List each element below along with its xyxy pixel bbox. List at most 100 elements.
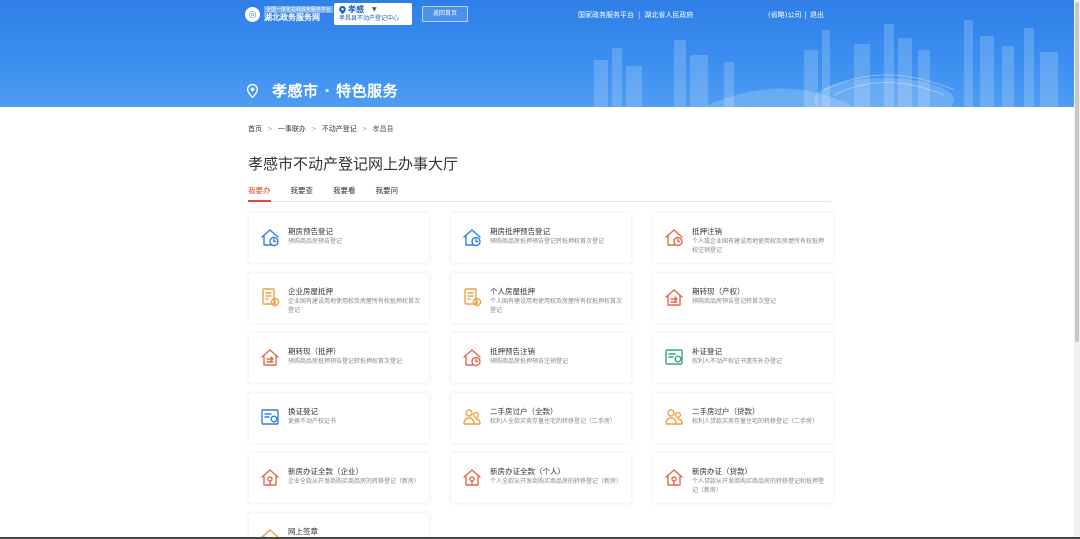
link-separator: |	[804, 11, 807, 19]
service-card[interactable]: 二手房过户（贷款） 权利人贷款买卖存量住宅的转移登记（二手房）	[653, 393, 833, 443]
service-title: 补证登记	[692, 347, 722, 356]
breadcrumb-current: 孝昌县	[372, 125, 394, 133]
service-title: 新房办证全款（个人）	[490, 467, 565, 476]
service-title: 抵押预告注销	[490, 347, 535, 356]
service-card[interactable]: 补证登记权利人不动产权证书遗失补办登记	[653, 333, 833, 383]
service-description: 企业国有建设用地使用权及房屋所有权抵押权首次登记	[288, 298, 421, 314]
city-subtitle: 孝昌县不动产登记中心	[339, 15, 400, 22]
house-key-icon	[665, 469, 683, 486]
service-tabs: 我要办 我要查 我要看 我要问	[248, 185, 831, 202]
house-clock-icon	[665, 229, 683, 247]
location-pin-icon	[339, 5, 346, 14]
service-card[interactable]: 个人房屋抵押个人国有建设用地使用权及房屋所有权抵押权首次登记	[451, 273, 631, 323]
certificate-icon	[665, 349, 683, 365]
service-description: 预购商品房抵押预告登记转抵押权首次登记	[288, 358, 403, 365]
chevron-right-icon: >	[310, 125, 317, 133]
service-description: 个人全款从开发商购买商品房的转移登记（新房）	[490, 478, 623, 485]
service-description: 预购商品房预告登记	[288, 238, 343, 245]
service-title: 网上签章	[288, 527, 318, 536]
city-selector[interactable]: 孝感 ▼ 孝昌县不动产登记中心	[334, 3, 412, 25]
user-name-link[interactable]: (省略)公司	[768, 10, 801, 20]
service-title: 期转现（抵押）	[288, 347, 341, 356]
breadcrumb-home[interactable]: 首页	[248, 124, 262, 134]
house-transfer-icon	[261, 349, 279, 366]
breadcrumb-item[interactable]: 不动产登记	[322, 124, 357, 134]
service-card[interactable]: 新房办证全款（个人） 个人全款从开发商购买商品房的转移登记（新房）	[451, 453, 631, 503]
service-description: 权利人不动产权证书遗失补办登记	[692, 358, 783, 365]
house-key-icon	[463, 469, 481, 486]
tab-query[interactable]: 我要查	[291, 185, 314, 202]
top-nav-links: 国家政务服务平台 | 湖北省人民政府	[578, 10, 693, 20]
service-card[interactable]: 抵押注销个人或企业国有建设用地使用权及房屋所有权抵押权注销登记	[653, 213, 833, 263]
certificate-icon	[261, 409, 279, 425]
service-title: 期房抵押预告登记	[490, 227, 550, 236]
service-card[interactable]: 抵押预告注销预购商品房抵押预告注销登记	[451, 333, 631, 383]
location-pin-icon	[247, 83, 258, 98]
service-description: 预购商品房预告登记转首次登记	[692, 298, 777, 305]
tab-ask[interactable]: 我要问	[376, 185, 399, 202]
service-card[interactable]: 期转现（抵押） 预购商品房抵押预告登记转抵押权首次登记	[249, 333, 429, 383]
tab-view[interactable]: 我要看	[333, 185, 356, 202]
service-card[interactable]: 期房抵押预告登记预购商品房抵押预告登记转抵押权首次登记	[451, 213, 631, 263]
service-card[interactable]: 企业房屋抵押企业国有建设用地使用权及房屋所有权抵押权首次登记	[249, 273, 429, 323]
service-title: 二手房过户（贷款）	[692, 407, 760, 416]
header-banner: ◎ 全国一体化在线政务服务平台 湖北政务服务网 孝感 ▼ 孝昌县不动产登记中心 …	[0, 0, 1074, 107]
document-coin-icon	[262, 288, 280, 307]
user-links: (省略)公司 | 退出	[768, 10, 824, 20]
service-title: 新房办证全款（企业）	[288, 467, 363, 476]
service-title: 期房预告登记	[288, 227, 333, 236]
page-heading: 孝感市 · 特色服务	[247, 80, 398, 101]
back-home-button[interactable]: 返回首页	[422, 6, 468, 22]
service-card[interactable]: 网上签章	[249, 513, 429, 539]
logo-title: 湖北政务服务网	[264, 13, 320, 22]
link-hubei-government[interactable]: 湖北省人民政府	[644, 10, 693, 20]
service-description: 个人或企业国有建设用地使用权及房屋所有权抵押权注销登记	[692, 238, 825, 254]
service-description: 预购商品房抵押预告登记转抵押权首次登记	[490, 238, 605, 245]
service-title: 企业房屋抵押	[288, 287, 333, 296]
chevron-right-icon: >	[361, 125, 368, 133]
service-title: 抵押注销	[692, 227, 722, 236]
tab-handle[interactable]: 我要办	[248, 185, 271, 202]
house-key-icon	[261, 469, 279, 486]
service-description: 权利人全款买卖存量住宅的转移登记（二手房）	[490, 418, 617, 425]
service-description: 预购商品房抵押预告注销登记	[490, 358, 569, 365]
document-coin-icon	[464, 288, 482, 307]
emblem-icon: ◎	[245, 7, 260, 22]
service-title: 换证登记	[288, 407, 318, 416]
house-clock-icon	[463, 349, 481, 367]
hall-title: 孝感市不动产登记网上办事大厅	[248, 155, 459, 173]
service-description: 个人国有建设用地使用权及房屋所有权抵押权首次登记	[490, 298, 623, 314]
link-national-platform[interactable]: 国家政务服务平台	[578, 10, 634, 20]
people-transfer-icon	[463, 409, 481, 425]
service-description: 个人贷款从开发商购买商品房的转移登记和抵押登记（新房）	[692, 478, 825, 494]
city-name: 孝感	[348, 5, 364, 14]
service-title: 二手房过户（全款）	[490, 407, 558, 416]
service-card[interactable]: 期转现（产权） 预购商品房预告登记转首次登记	[653, 273, 833, 323]
breadcrumb-item[interactable]: 一事联办	[278, 124, 306, 134]
house-clock-icon	[261, 229, 279, 247]
chevron-down-icon: ▼	[372, 6, 377, 13]
link-separator: |	[638, 11, 641, 19]
page-heading-text: 孝感市 · 特色服务	[272, 82, 399, 100]
service-title: 个人房屋抵押	[490, 287, 535, 296]
logo-subtitle: 全国一体化在线政务服务平台	[264, 6, 334, 13]
chevron-right-icon: >	[267, 125, 273, 133]
service-card[interactable]: 新房办证（贷款） 个人贷款从开发商购买商品房的转移登记和抵押登记（新房）	[653, 453, 833, 503]
service-description: 更换不动产权证书	[288, 418, 337, 425]
service-card[interactable]: 期房预告登记预购商品房预告登记	[249, 213, 429, 263]
logout-link[interactable]: 退出	[810, 10, 824, 20]
scrollbar[interactable]	[1074, 0, 1080, 539]
scrollbar-thumb[interactable]	[1075, 2, 1079, 342]
breadcrumb: 首页 > 一事联办 > 不动产登记 > 孝昌县	[248, 124, 394, 134]
service-card[interactable]: 新房办证全款（企业） 企业全款从开发商购买商品房的转移登记（新房）	[249, 453, 429, 503]
house-transfer-icon	[665, 289, 683, 306]
people-transfer-icon	[665, 409, 683, 425]
service-card[interactable]: 换证登记更换不动产权证书	[249, 393, 429, 443]
service-title: 期转现（产权）	[692, 287, 745, 296]
site-logo[interactable]: ◎ 全国一体化在线政务服务平台 湖北政务服务网	[245, 6, 334, 23]
house-clock-icon	[463, 229, 481, 247]
service-card[interactable]: 二手房过户（全款） 权利人全款买卖存量住宅的转移登记（二手房）	[451, 393, 631, 443]
service-description: 权利人贷款买卖存量住宅的转移登记（二手房）	[692, 418, 819, 425]
service-description: 企业全款从开发商购买商品房的转移登记（新房）	[288, 478, 421, 485]
service-title: 新房办证（贷款）	[692, 467, 752, 476]
